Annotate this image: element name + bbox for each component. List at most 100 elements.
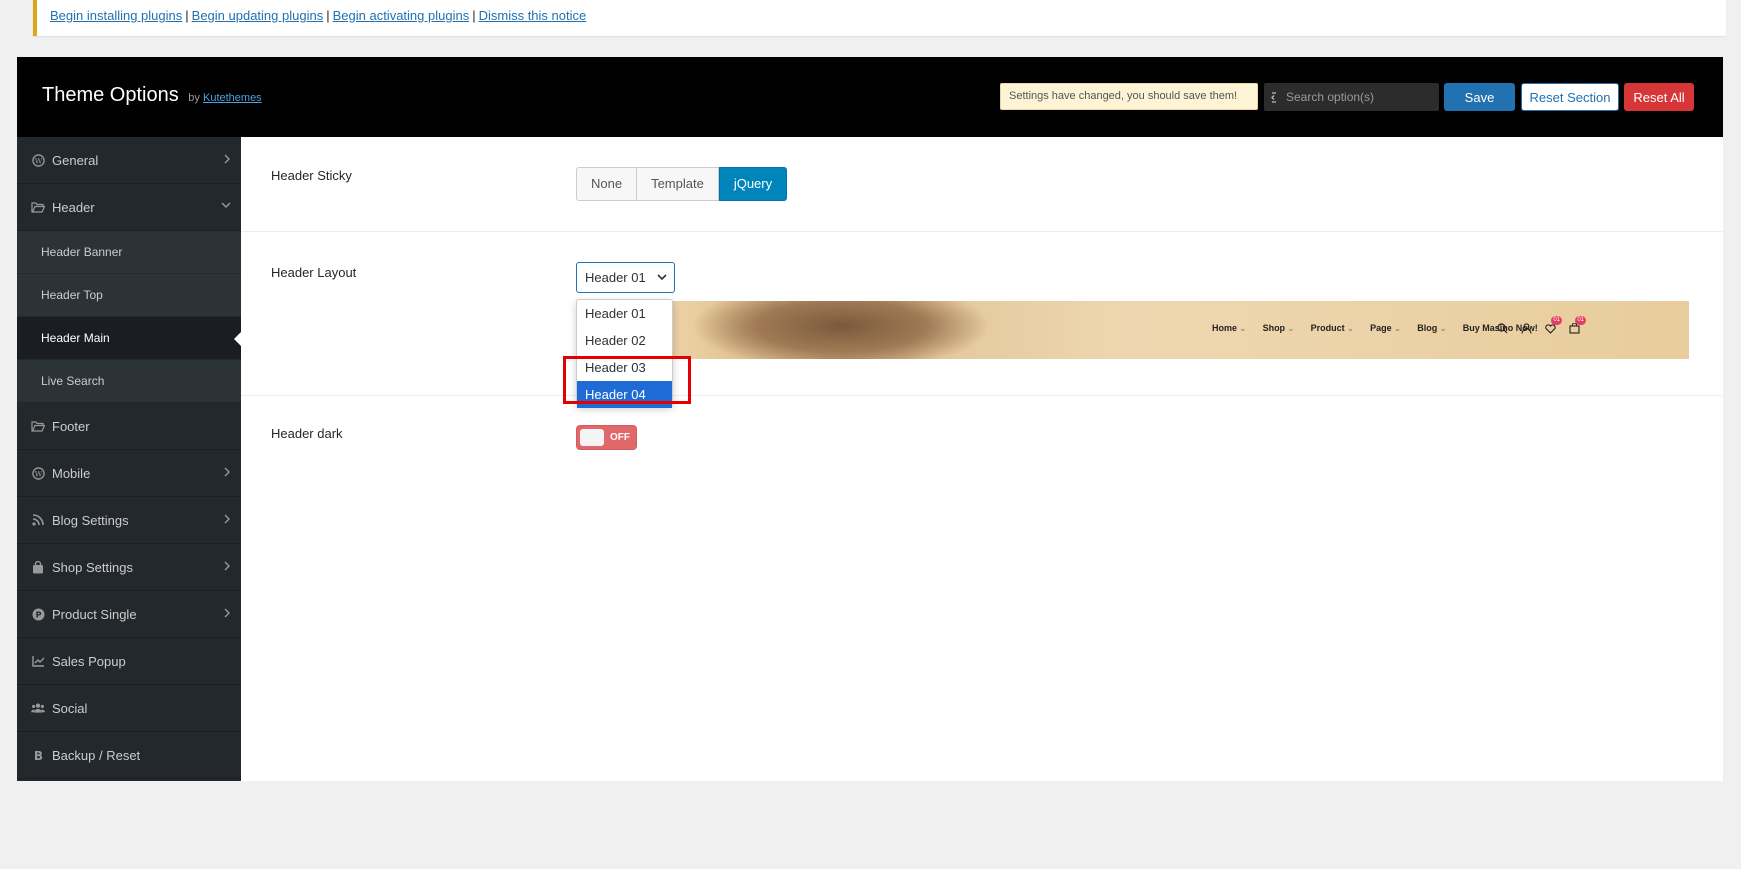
sidebar-item-label: Footer xyxy=(52,418,90,434)
sidebar-item-backup-reset[interactable]: B Backup / Reset xyxy=(17,732,241,779)
svg-text:P: P xyxy=(35,610,41,619)
sidebar-item-header-main[interactable]: Header Main xyxy=(17,317,241,360)
begin-updating-plugins-link[interactable]: Begin updating plugins xyxy=(192,8,324,23)
toggle-state-text: OFF xyxy=(610,432,630,443)
field-label: Header dark xyxy=(271,426,343,441)
dropdown-option-header-01[interactable]: Header 01 xyxy=(577,300,672,327)
reset-all-button[interactable]: Reset All xyxy=(1624,83,1694,111)
line-chart-icon xyxy=(31,654,45,668)
sticky-option-template[interactable]: Template xyxy=(637,167,719,201)
header-dark-toggle[interactable]: OFF xyxy=(576,425,637,450)
header-layout-select[interactable]: Header 01 xyxy=(576,262,675,293)
by-text: by xyxy=(188,92,200,104)
options-sidebar: W General Header Header Banner Header To… xyxy=(17,137,241,781)
begin-installing-plugins-link[interactable]: Begin installing plugins xyxy=(50,8,182,23)
preview-menu-label: Page xyxy=(1370,323,1392,333)
user-icon xyxy=(1519,321,1534,336)
plugin-notice: Begin installing plugins | Begin updating … xyxy=(33,0,1726,36)
preview-menu-item: Shop ⌄ xyxy=(1263,323,1295,334)
theme-options-panel: Theme Options by Kutethemes Settings hav… xyxy=(17,57,1723,781)
chevron-down-icon: ⌄ xyxy=(1393,323,1402,333)
sidebar-item-label: Shop Settings xyxy=(52,559,133,575)
toggle-knob xyxy=(580,429,604,446)
page-title-text: Theme Options xyxy=(42,84,179,106)
search-icon xyxy=(1495,321,1510,336)
header-sticky-buttonset: None Template jQuery xyxy=(576,167,788,201)
settings-changed-notice: Settings have changed, you should save t… xyxy=(1000,83,1258,110)
preview-menu: Home ⌄ Shop ⌄ Product ⌄ Page ⌄ Blog ⌄ Buy Mas… xyxy=(1212,323,1538,334)
sidebar-item-live-search[interactable]: Live Search xyxy=(17,360,241,403)
header-layout-dropdown-list: Header 01 Header 02 Header 03 Header 04 xyxy=(576,299,673,408)
wordpress-icon: W xyxy=(31,153,45,167)
chevron-down-icon xyxy=(657,274,667,281)
sidebar-item-label: General xyxy=(52,152,99,168)
preview-menu-label: Home xyxy=(1212,323,1238,333)
chevron-right-icon xyxy=(224,154,230,164)
preview-menu-label: Blog xyxy=(1417,323,1438,333)
page-title: Theme Options by Kutethemes xyxy=(42,84,262,107)
svg-text:W: W xyxy=(34,156,42,165)
sticky-option-none[interactable]: None xyxy=(576,167,638,201)
wordpress-icon: W xyxy=(31,466,45,480)
folder-open-icon xyxy=(31,200,45,214)
author-link[interactable]: Kutethemes xyxy=(203,92,262,104)
cart-badge: 01 xyxy=(1575,316,1586,325)
chevron-right-icon xyxy=(224,467,230,477)
sidebar-item-label: Social xyxy=(52,700,88,716)
chevron-down-icon: ⌄ xyxy=(1346,323,1355,333)
chevron-down-icon: ⌄ xyxy=(1239,323,1247,333)
header-layout-preview-image: Home ⌄ Shop ⌄ Product ⌄ Page ⌄ Blog ⌄ Buy Mas… xyxy=(576,301,1689,359)
dropdown-option-header-03[interactable]: Header 03 xyxy=(577,354,672,381)
chevron-right-icon xyxy=(224,608,230,618)
options-topbar: Theme Options by Kutethemes Settings hav… xyxy=(17,57,1723,137)
chevron-right-icon xyxy=(224,514,230,524)
notice-separator: | xyxy=(472,8,476,23)
svg-text:B: B xyxy=(33,749,42,761)
heart-icon: 01 xyxy=(1543,316,1562,336)
notice-separator: | xyxy=(185,8,189,23)
dropdown-option-header-02[interactable]: Header 02 xyxy=(577,327,672,354)
preview-menu-item: Blog ⌄ xyxy=(1417,323,1447,334)
notice-separator: | xyxy=(326,8,330,23)
chevron-down-icon: ⌄ xyxy=(1287,323,1295,333)
sidebar-item-header[interactable]: Header xyxy=(17,184,241,231)
shopping-bag-icon xyxy=(31,560,45,574)
sidebar-item-sales-popup[interactable]: Sales Popup xyxy=(17,638,241,685)
author-credit: by Kutethemes xyxy=(188,92,261,104)
options-content: Header Sticky None Template jQuery Heade… xyxy=(241,137,1723,781)
dismiss-notice-link[interactable]: Dismiss this notice xyxy=(479,8,587,23)
field-row-header-sticky: Header Sticky None Template jQuery xyxy=(241,137,1723,232)
sticky-option-jquery[interactable]: jQuery xyxy=(718,167,788,201)
cart-icon: 01 xyxy=(1567,316,1586,336)
field-label: Header Sticky xyxy=(271,168,352,183)
reset-section-button[interactable]: Reset Section xyxy=(1521,83,1619,111)
sidebar-item-blog-settings[interactable]: Blog Settings xyxy=(17,497,241,544)
preview-menu-item: Home ⌄ xyxy=(1212,323,1247,334)
sidebar-item-label: Sales Popup xyxy=(52,653,126,669)
folder-open-icon xyxy=(31,419,45,433)
preview-icons: 01 01 xyxy=(1495,316,1586,336)
search-options-input[interactable] xyxy=(1276,83,1439,111)
sidebar-item-general[interactable]: W General xyxy=(17,137,241,184)
sidebar-item-label: Mobile xyxy=(52,465,91,481)
sidebar-item-footer[interactable]: Footer xyxy=(17,403,241,450)
sidebar-item-header-banner[interactable]: Header Banner xyxy=(17,231,241,274)
preview-menu-item: Product ⌄ xyxy=(1311,323,1355,334)
preview-hair-graphic xyxy=(691,301,991,359)
chevron-right-icon xyxy=(224,561,230,571)
preview-menu-item: Page ⌄ xyxy=(1370,323,1401,334)
sidebar-item-header-top[interactable]: Header Top xyxy=(17,274,241,317)
save-button[interactable]: Save xyxy=(1444,83,1515,111)
sidebar-item-social[interactable]: Social xyxy=(17,685,241,732)
chevron-down-icon: ⌄ xyxy=(1439,323,1447,333)
product-hunt-icon: P xyxy=(31,607,45,621)
svg-text:W: W xyxy=(34,469,42,478)
chevron-down-icon xyxy=(221,202,231,208)
preview-menu-label: Shop xyxy=(1262,323,1286,333)
sidebar-item-mobile[interactable]: W Mobile xyxy=(17,450,241,497)
begin-activating-plugins-link[interactable]: Begin activating plugins xyxy=(333,8,470,23)
field-row-header-dark: Header dark xyxy=(241,396,1723,486)
sidebar-item-label: Backup / Reset xyxy=(52,747,141,763)
sidebar-item-shop-settings[interactable]: Shop Settings xyxy=(17,544,241,591)
sidebar-item-product-single[interactable]: P Product Single xyxy=(17,591,241,638)
